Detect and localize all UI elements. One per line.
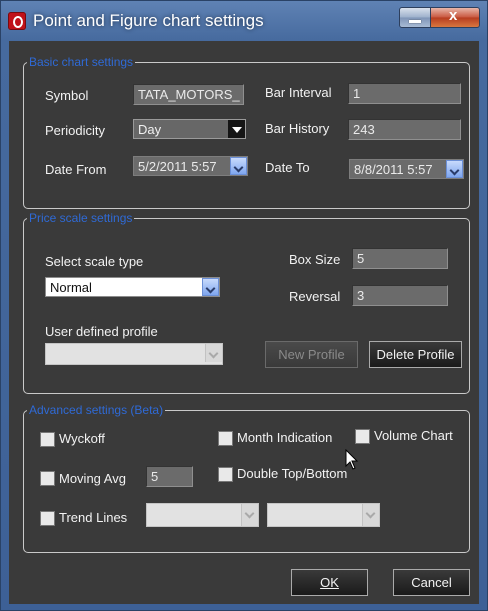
double-top-label: Double Top/Bottom [237, 466, 348, 481]
moving-avg-checkbox[interactable] [40, 471, 55, 486]
chevron-down-icon[interactable] [205, 344, 222, 362]
periodicity-select[interactable]: Day [133, 119, 246, 139]
app-logo-icon [8, 12, 26, 30]
volume-chart-checkbox[interactable] [355, 429, 370, 444]
settings-dialog: Point and Figure chart settings Basic ch… [0, 0, 488, 611]
minimize-button[interactable] [399, 7, 431, 28]
scale-type-select[interactable]: Normal [45, 277, 220, 297]
date-to-label: Date To [265, 160, 310, 175]
dialog-body: Basic chart settings Symbol TATA_MOTORS_… [9, 41, 479, 604]
chevron-down-icon[interactable] [446, 160, 463, 178]
close-button[interactable] [430, 7, 480, 28]
date-from-value: 5/2/2011 5:57 [138, 159, 217, 174]
chevron-down-icon[interactable] [241, 504, 258, 526]
double-top-checkbox[interactable] [218, 467, 233, 482]
chevron-down-icon[interactable] [202, 278, 219, 296]
month-indication-checkbox[interactable] [218, 431, 233, 446]
symbol-value: TATA_MOTORS_ [138, 87, 240, 102]
date-from-label: Date From [45, 162, 107, 177]
moving-avg-value: 5 [151, 469, 159, 484]
symbol-label: Symbol [45, 88, 89, 103]
bar-interval-input[interactable]: 1 [348, 83, 461, 104]
reversal-label: Reversal [289, 289, 341, 304]
cancel-button-label: Cancel [411, 575, 452, 590]
bar-history-value: 243 [353, 122, 375, 137]
bar-history-input[interactable]: 243 [348, 119, 461, 140]
bar-interval-value: 1 [353, 86, 361, 101]
trend-lines-checkbox[interactable] [40, 511, 55, 526]
cancel-button[interactable]: Cancel [393, 569, 470, 596]
moving-avg-input[interactable]: 5 [146, 466, 193, 487]
trend-lines-label: Trend Lines [59, 510, 128, 525]
chevron-down-icon[interactable] [230, 157, 247, 175]
box-size-input[interactable]: 5 [352, 248, 448, 269]
reversal-value: 3 [357, 288, 365, 303]
profile-label: User defined profile [45, 324, 158, 339]
bar-history-label: Bar History [265, 121, 330, 136]
moving-avg-label: Moving Avg [59, 471, 126, 486]
delete-profile-button[interactable]: Delete Profile [369, 341, 462, 368]
scale-type-label: Select scale type [45, 254, 144, 269]
date-to-picker[interactable]: 8/8/2011 5:57 [349, 159, 464, 179]
advanced-settings-legend: Advanced settings (Beta) [29, 403, 164, 417]
price-scale-legend: Price scale settings [29, 211, 133, 225]
chevron-down-icon[interactable] [362, 504, 379, 526]
symbol-input[interactable]: TATA_MOTORS_ [133, 84, 244, 105]
basic-settings-legend: Basic chart settings [29, 55, 134, 69]
ok-button-label: OK [320, 575, 339, 590]
periodicity-label: Periodicity [45, 123, 105, 138]
profile-select[interactable] [45, 343, 223, 365]
month-indication-label: Month Indication [237, 430, 333, 445]
volume-chart-label: Volume Chart [374, 428, 453, 443]
wyckoff-label: Wyckoff [59, 431, 105, 446]
trend-line-select-2[interactable] [267, 503, 380, 527]
mouse-pointer-icon [345, 449, 359, 470]
periodicity-value: Day [138, 122, 162, 137]
date-from-picker[interactable]: 5/2/2011 5:57 [133, 156, 248, 176]
box-size-value: 5 [357, 251, 365, 266]
window-title: Point and Figure chart settings [33, 11, 264, 30]
wyckoff-checkbox[interactable] [40, 432, 55, 447]
new-profile-button[interactable]: New Profile [265, 341, 358, 368]
chevron-down-icon[interactable] [228, 120, 245, 138]
box-size-label: Box Size [289, 252, 341, 267]
ok-button[interactable]: OK [291, 569, 368, 596]
bar-interval-label: Bar Interval [265, 85, 332, 100]
reversal-input[interactable]: 3 [352, 285, 448, 306]
title-bar[interactable]: Point and Figure chart settings [1, 1, 487, 41]
scale-type-value: Normal [50, 280, 92, 295]
trend-line-select-1[interactable] [146, 503, 259, 527]
date-to-value: 8/8/2011 5:57 [354, 162, 433, 177]
